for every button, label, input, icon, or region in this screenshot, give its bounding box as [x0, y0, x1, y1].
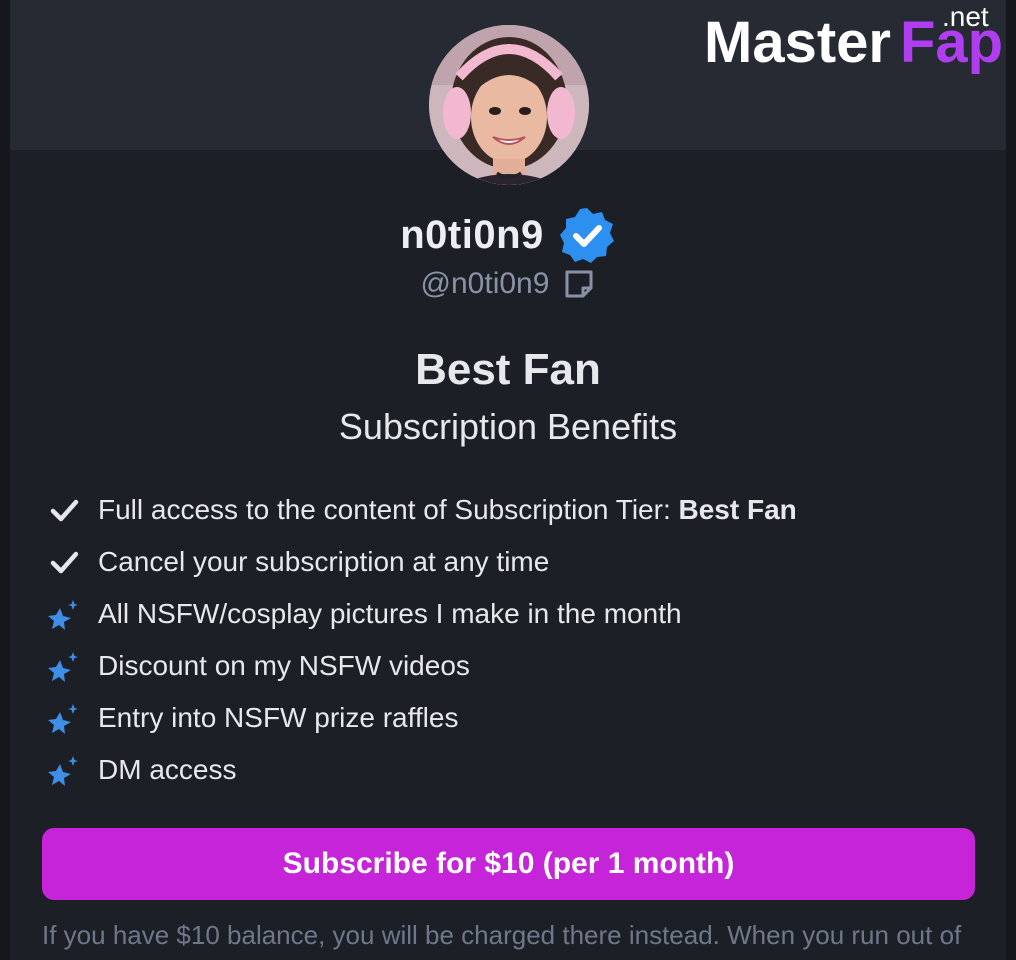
- benefit-item: Entry into NSFW prize raffles: [48, 692, 988, 744]
- benefit-text: Full access to the content of Subscripti…: [98, 494, 797, 525]
- left-edge: [0, 0, 10, 960]
- benefit-text: Entry into NSFW prize raffles: [98, 702, 459, 733]
- verified-badge-icon: [559, 208, 614, 263]
- balance-note: If you have $10 balance, you will be cha…: [42, 920, 962, 950]
- benefit-item: Full access to the content of Subscripti…: [48, 484, 988, 536]
- copy-handle-icon[interactable]: [563, 268, 595, 300]
- sparkle-star-icon: [48, 702, 80, 734]
- right-edge: [1006, 0, 1016, 960]
- handle-row: @n0ti0n9: [0, 260, 1016, 308]
- checkmark-icon: [48, 546, 80, 578]
- benefit-tier-name: Best Fan: [678, 494, 797, 525]
- benefit-item: All NSFW/cosplay pictures I make in the …: [48, 588, 988, 640]
- tier-title: Best Fan: [415, 345, 601, 394]
- sparkle-star-icon: [48, 650, 80, 682]
- avatar[interactable]: [429, 25, 589, 185]
- sparkle-star-icon: [48, 754, 80, 786]
- display-name-row: n0ti0n9: [0, 205, 1016, 265]
- benefit-text: DM access: [98, 754, 237, 785]
- benefits-list: Full access to the content of Subscripti…: [48, 484, 988, 796]
- handle: @n0ti0n9: [420, 267, 550, 300]
- avatar-image: [429, 25, 589, 185]
- sparkle-star-icon: [48, 598, 80, 630]
- benefit-text: All NSFW/cosplay pictures I make in the …: [98, 598, 682, 629]
- benefit-text: Cancel your subscription at any time: [98, 546, 550, 577]
- subscribe-button[interactable]: Subscribe for $10 (per 1 month): [42, 828, 975, 900]
- watermark-suffix: .net: [942, 2, 989, 32]
- tier-subtitle: Subscription Benefits: [338, 406, 678, 447]
- benefit-text: Discount on my NSFW videos: [98, 650, 470, 681]
- checkmark-icon: [48, 494, 80, 526]
- benefit-item: DM access: [48, 744, 988, 796]
- benefit-item: Discount on my NSFW videos: [48, 640, 988, 692]
- display-name: n0ti0n9: [400, 212, 544, 257]
- benefit-item: Cancel your subscription at any time: [48, 536, 988, 588]
- watermark-logo: Master Fap .net: [704, 2, 1003, 75]
- watermark-brand-a: Master: [704, 10, 891, 75]
- subscription-page: Master Fap .net n0ti0n9 @n0ti0n9 Best Fa…: [0, 0, 1016, 960]
